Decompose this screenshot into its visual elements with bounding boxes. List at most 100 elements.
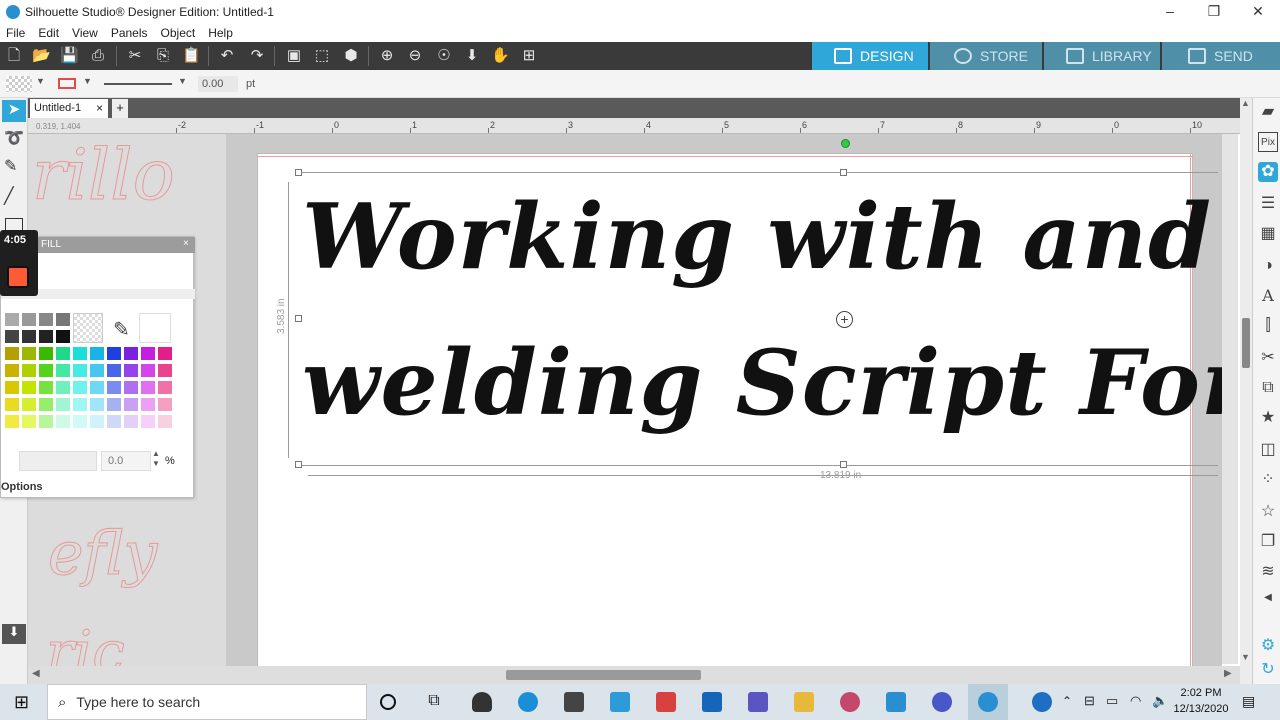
tab-store[interactable]: STORE — [930, 42, 1042, 70]
color-swatch[interactable] — [22, 313, 36, 326]
color-swatch[interactable] — [158, 381, 172, 394]
library-panel-icon[interactable]: ⬇ — [2, 624, 26, 644]
sketch-icon[interactable]: ≋ — [1258, 562, 1278, 582]
transparency-icon[interactable]: ◑ — [1258, 256, 1278, 276]
paint-app-icon[interactable] — [840, 692, 860, 712]
transform-icon[interactable]: ✂ — [1258, 348, 1278, 368]
security-shield-icon[interactable] — [472, 692, 492, 712]
color-swatch[interactable] — [56, 313, 70, 326]
cut-icon[interactable]: ✂ — [126, 47, 144, 65]
resize-handle[interactable] — [295, 315, 302, 322]
maximize-button[interactable]: ❐ — [1192, 0, 1236, 24]
color-swatch[interactable] — [39, 313, 53, 326]
line-color-icon[interactable] — [58, 78, 76, 89]
line-tool-icon[interactable]: ╱ — [4, 186, 14, 206]
color-swatch[interactable] — [56, 398, 70, 411]
options-label[interactable]: Options — [1, 481, 43, 493]
vertical-scrollbar[interactable]: ▲ ▼ — [1240, 98, 1252, 684]
open-folder-icon[interactable]: 📂 — [32, 47, 51, 65]
zoom-out-icon[interactable]: ⊖ — [406, 47, 424, 65]
zoom-select-icon[interactable]: ☉ — [435, 47, 453, 65]
stepper-arrows-icon[interactable]: ▲ ▼ — [152, 449, 160, 469]
save-icon[interactable]: 💾 — [60, 47, 79, 65]
color-swatch[interactable] — [56, 364, 70, 377]
scanner-app-icon[interactable] — [610, 692, 630, 712]
clock-time[interactable]: 2:02 PM — [1172, 687, 1230, 699]
color-swatch[interactable] — [141, 381, 155, 394]
chevron-down-icon[interactable]: ▼ — [83, 76, 92, 86]
color-swatch[interactable] — [5, 347, 19, 360]
menu-help[interactable]: Help — [208, 26, 233, 40]
fill-pattern-icon[interactable]: ▦ — [1258, 224, 1278, 244]
color-swatch[interactable] — [56, 330, 70, 343]
stop-recording-button[interactable] — [7, 266, 29, 288]
new-tab-button[interactable]: + — [112, 99, 128, 118]
color-swatch[interactable] — [141, 415, 155, 428]
color-swatch[interactable] — [39, 398, 53, 411]
color-swatch[interactable] — [90, 347, 104, 360]
trace-icon[interactable]: ⁘ — [1258, 470, 1278, 490]
chevron-down-icon[interactable]: ▼ — [36, 76, 45, 86]
scroll-left-icon[interactable]: ◀ — [32, 668, 40, 679]
color-swatch[interactable] — [5, 415, 19, 428]
menu-view[interactable]: View — [72, 26, 98, 40]
color-swatch[interactable] — [22, 347, 36, 360]
ungroup-icon[interactable]: ⬚ — [313, 47, 331, 65]
color-swatch[interactable] — [124, 398, 138, 411]
color-swatch[interactable] — [158, 415, 172, 428]
text-style-icon[interactable]: A — [1258, 286, 1278, 306]
color-swatch[interactable] — [158, 398, 172, 411]
tab-design[interactable]: DESIGN — [812, 42, 928, 70]
custom-color-swatch[interactable] — [139, 313, 171, 343]
color-swatch[interactable] — [141, 364, 155, 377]
compound-path-icon[interactable]: ⬢ — [342, 47, 360, 65]
horizontal-scrollbar[interactable]: ◀ ▶ — [28, 666, 1240, 684]
color-swatch[interactable] — [107, 347, 121, 360]
color-swatch[interactable] — [73, 415, 87, 428]
resize-handle[interactable] — [295, 461, 302, 468]
resize-handle[interactable] — [840, 461, 847, 468]
color-swatch[interactable] — [22, 415, 36, 428]
color-swatch[interactable] — [5, 364, 19, 377]
color-swatch[interactable] — [90, 364, 104, 377]
color-swatch[interactable] — [5, 330, 19, 343]
outlook-icon[interactable] — [702, 692, 722, 712]
menu-file[interactable]: File — [6, 26, 25, 40]
menu-object[interactable]: Object — [161, 26, 196, 40]
cortana-icon[interactable] — [380, 694, 396, 710]
color-swatch[interactable] — [39, 330, 53, 343]
chevron-up-icon[interactable]: ⌃ — [1062, 694, 1072, 708]
new-document-icon[interactable]: 🗋 — [5, 47, 23, 65]
color-swatch[interactable] — [22, 364, 36, 377]
file-explorer-icon[interactable] — [794, 692, 814, 712]
paste-icon[interactable]: 📋 — [182, 47, 201, 65]
horizontal-scroll-thumb[interactable] — [506, 670, 701, 680]
color-swatch[interactable] — [107, 415, 121, 428]
scroll-down-icon[interactable]: ▼ — [1241, 652, 1250, 662]
transparency-input[interactable]: 0.0 — [101, 451, 151, 471]
help-icon[interactable] — [1032, 692, 1052, 712]
volume-icon[interactable]: 🔈 — [1152, 693, 1168, 709]
settings-app-icon[interactable] — [932, 692, 952, 712]
scroll-right-icon[interactable]: ▶ — [1224, 668, 1232, 679]
menu-edit[interactable]: Edit — [38, 26, 59, 40]
color-swatch[interactable] — [73, 364, 87, 377]
color-swatch[interactable] — [39, 347, 53, 360]
minimize-button[interactable]: – — [1148, 0, 1192, 24]
color-swatch[interactable] — [158, 347, 172, 360]
resize-handle[interactable] — [295, 169, 302, 176]
align-icon[interactable]: ⫿ — [1258, 316, 1278, 336]
color-swatch[interactable] — [124, 415, 138, 428]
color-swatch[interactable] — [5, 313, 19, 326]
menu-panels[interactable]: Panels — [111, 26, 148, 40]
color-swatch[interactable] — [22, 398, 36, 411]
color-swatch[interactable] — [73, 381, 87, 394]
color-swatch[interactable] — [141, 347, 155, 360]
favorites-star-icon[interactable]: ☆ — [1258, 502, 1278, 522]
design-text-line-1[interactable]: Working with and — [302, 184, 1212, 290]
color-swatch[interactable] — [39, 381, 53, 394]
color-swatch[interactable] — [141, 398, 155, 411]
color-swatch[interactable] — [5, 398, 19, 411]
copy-icon[interactable]: ⎘ — [154, 47, 172, 65]
undo-icon[interactable]: ↶ — [218, 47, 236, 65]
